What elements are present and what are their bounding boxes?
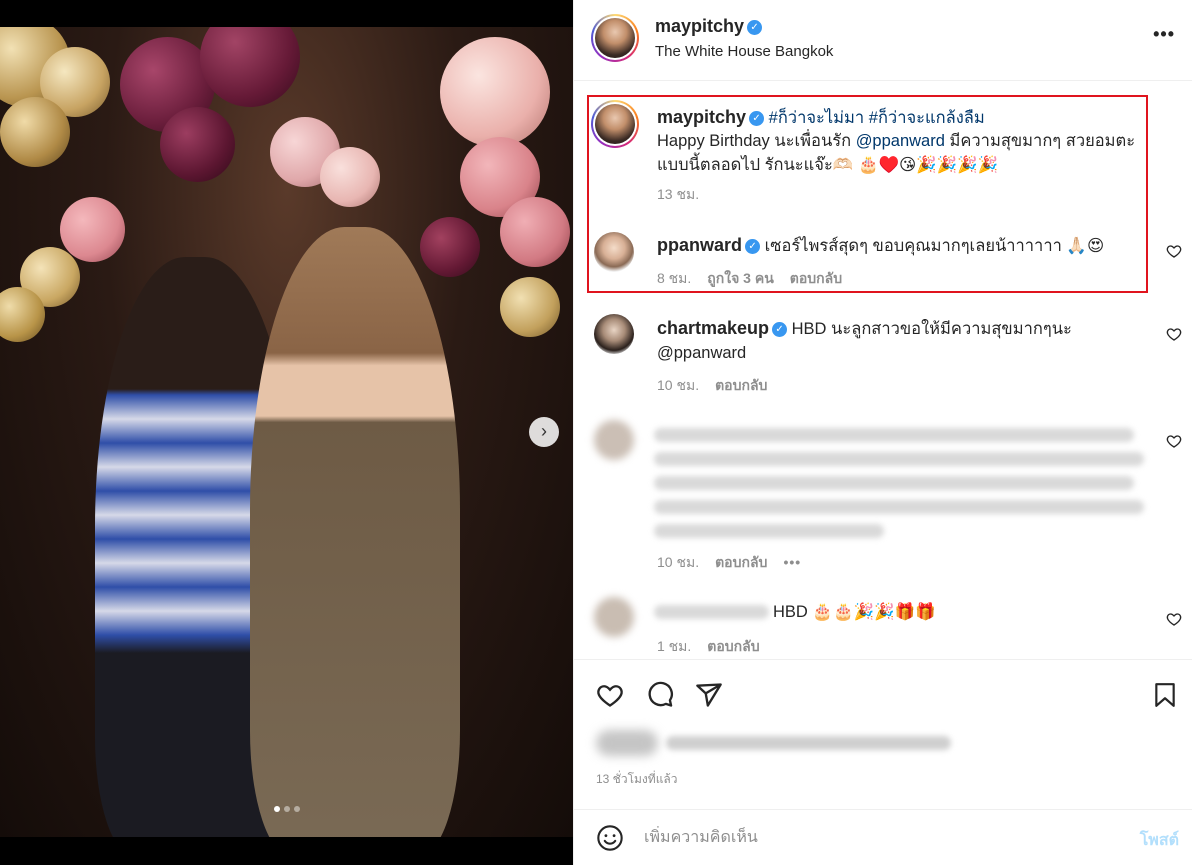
verified-badge-icon: ✓	[745, 239, 761, 254]
carousel-dot	[293, 806, 300, 812]
author-avatar[interactable]	[591, 14, 639, 62]
verified-badge-icon: ✓	[747, 20, 763, 35]
instagram-post-view: › maypitchy ✓ The White House Bangkok •••	[0, 0, 1192, 865]
verified-badge-icon: ✓	[772, 322, 788, 337]
caption-time: 13 ชม.	[657, 186, 700, 202]
caption-text-line2: แบบนี้ตลอดไป รักนะแจ๊ะ🫶🏻 🎂♥️😘🎉🎉🎉🎉	[657, 156, 999, 174]
caption-hashtags[interactable]: #ก็ว่าจะไม่มา #ก็ว่าจะแกล้งลืม	[769, 109, 985, 127]
post-photo[interactable]: ›	[0, 27, 573, 837]
share-paper-plane-icon[interactable]	[695, 681, 723, 709]
liked-by-avatars[interactable]	[596, 730, 658, 756]
post-comment-button[interactable]: โพสต์	[1140, 828, 1179, 853]
carousel-dot	[283, 806, 290, 812]
like-heart-icon[interactable]	[595, 681, 625, 709]
like-comment-heart-icon[interactable]	[1166, 243, 1182, 259]
carousel-dots	[0, 799, 573, 817]
caption-text-end: มีความสุขมากๆ สวยอมตะ	[944, 132, 1136, 150]
save-bookmark-icon[interactable]	[1152, 681, 1178, 709]
reply-username[interactable]: ppanward	[657, 235, 742, 255]
comment-text: HBD นะลูกสาวขอให้มีความสุขมากๆนะ	[791, 320, 1072, 338]
comment-avatar[interactable]	[594, 597, 634, 637]
post-timestamp[interactable]: 13 ชั่วโมงที่แล้ว	[596, 770, 678, 789]
caption-text-start: Happy Birthday นะเพื่อนรัก	[657, 132, 856, 150]
comment-avatar[interactable]	[594, 314, 634, 354]
reply-time: 8 ชม.	[657, 270, 692, 286]
carousel-dot-active	[273, 806, 280, 812]
reply-button[interactable]: ตอบกลับ	[790, 270, 842, 286]
caption-username[interactable]: maypitchy	[657, 107, 746, 127]
comment-username[interactable]: chartmakeup	[657, 318, 769, 338]
like-comment-heart-icon[interactable]	[1166, 326, 1182, 342]
comment-time: 10 ชม.	[657, 554, 700, 570]
reply-text: เซอร์ไพรส์สุดๆ ขอบคุณมากๆเลยน้าาาาาา 🙏🏻😍	[764, 237, 1105, 255]
more-options-icon[interactable]: •••	[1153, 24, 1175, 45]
comment-more-icon[interactable]: •••	[783, 554, 801, 570]
post-location[interactable]: The White House Bangkok	[655, 43, 833, 60]
like-comment-heart-icon[interactable]	[1166, 611, 1182, 627]
comment-time: 1 ชม.	[657, 638, 692, 654]
emoji-smiley-icon[interactable]	[596, 824, 624, 852]
comment-input[interactable]	[644, 826, 1084, 850]
reply-button[interactable]: ตอบกลับ	[715, 554, 767, 570]
post-actions: 13 ชั่วโมงที่แล้ว	[574, 659, 1192, 809]
reply-likes[interactable]: ถูกใจ 3 คน	[707, 270, 774, 286]
post-side-panel: maypitchy ✓ The White House Bangkok ••• m…	[573, 0, 1192, 865]
like-comment-heart-icon[interactable]	[1166, 433, 1182, 449]
reply-avatar[interactable]	[594, 232, 634, 272]
reply-button[interactable]: ตอบกลับ	[707, 638, 759, 654]
reply-button[interactable]: ตอบกลับ	[715, 377, 767, 393]
author-username[interactable]: maypitchy	[655, 16, 744, 36]
caption-mention[interactable]: @ppanward	[856, 132, 945, 150]
next-photo-button[interactable]: ›	[529, 417, 559, 447]
caption-avatar[interactable]	[591, 100, 639, 148]
comment-mention[interactable]: @ppanward	[657, 341, 746, 366]
verified-badge-icon: ✓	[749, 111, 765, 126]
comment-text: HBD 🎂🎂🎉🎉🎁🎁	[773, 603, 936, 621]
comment-time: 10 ชม.	[657, 377, 700, 393]
add-comment-bar: โพสต์	[574, 809, 1192, 865]
comment-avatar[interactable]	[594, 420, 634, 460]
comment-bubble-icon[interactable]	[645, 681, 675, 709]
post-header: maypitchy ✓ The White House Bangkok •••	[574, 0, 1192, 81]
